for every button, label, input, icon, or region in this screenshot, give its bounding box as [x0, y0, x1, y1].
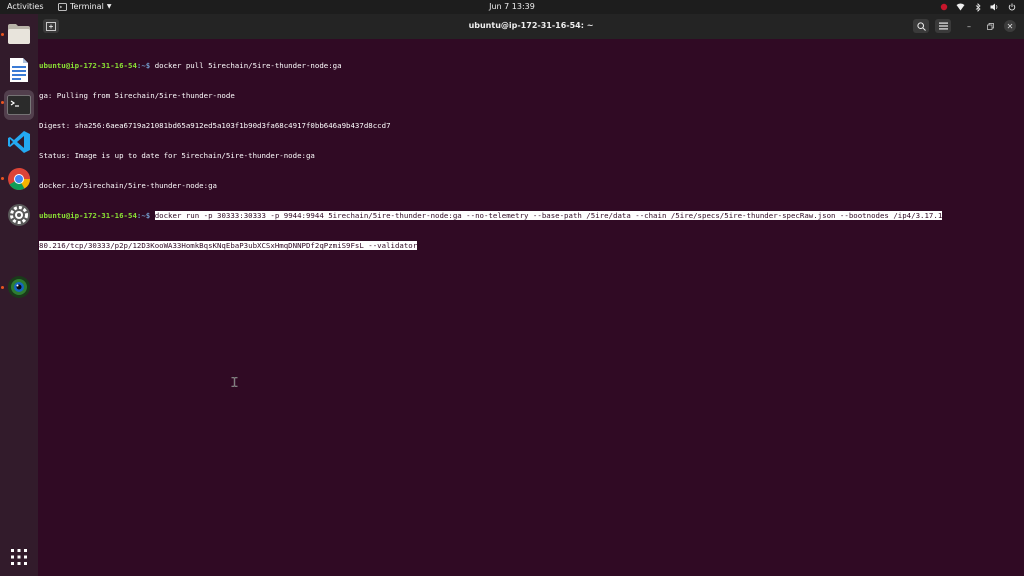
text-cursor-icon	[231, 377, 238, 387]
terminal-window: ubuntu@ip-172-31-16-54: ~ – ✕ ubuntu@ip-…	[38, 14, 1024, 576]
terminal-output[interactable]: ubuntu@ip-172-31-16-54:~$ docker pull 5i…	[38, 39, 1024, 576]
camera-app-icon[interactable]	[4, 272, 34, 302]
terminal-line: docker.io/5irechain/5ire-thunder-node:ga	[39, 181, 217, 190]
title-bar[interactable]: ubuntu@ip-172-31-16-54: ~ – ✕	[38, 14, 1024, 39]
settings-icon[interactable]	[4, 200, 34, 230]
vscode-icon[interactable]	[4, 127, 34, 157]
terminal-line: ubuntu@ip-172-31-16-54:~$ docker pull 5i…	[39, 61, 1024, 71]
search-icon	[916, 21, 926, 31]
prompt-path: :~$	[136, 211, 151, 220]
grid-icon	[11, 549, 27, 565]
selected-command-text: docker run -p 30333:30333 -p 9944:9944 5…	[154, 211, 943, 220]
close-button[interactable]: ✕	[1004, 20, 1016, 32]
close-icon: ✕	[1006, 21, 1014, 31]
bluetooth-icon	[973, 2, 982, 12]
minimize-icon: –	[967, 21, 971, 31]
record-indicator-icon[interactable]	[939, 3, 948, 12]
hamburger-icon	[938, 22, 948, 30]
window-title: ubuntu@ip-172-31-16-54: ~	[468, 21, 594, 30]
show-applications-button[interactable]	[4, 542, 34, 572]
prompt-user: ubuntu@ip-172-31-16-54	[39, 61, 137, 70]
wifi-icon	[956, 3, 965, 12]
prompt-user: ubuntu@ip-172-31-16-54	[39, 211, 137, 220]
dock	[0, 14, 38, 576]
top-bar: Activities Terminal ▼ Jun 7 13:39	[0, 0, 1024, 14]
text-editor-icon[interactable]	[4, 55, 34, 85]
power-icon	[1007, 3, 1016, 12]
clock[interactable]: Jun 7 13:39	[0, 2, 1024, 11]
restore-icon	[986, 22, 994, 30]
prompt-path: :~$	[136, 61, 151, 70]
search-button[interactable]	[913, 19, 929, 33]
terminal-line: Status: Image is up to date for 5irechai…	[39, 151, 315, 160]
system-tray[interactable]	[939, 1, 1016, 13]
terminal-line: 80.216/tcp/30333/p2p/12D3KooWA33HomkBqsK…	[39, 241, 1024, 251]
chrome-icon[interactable]	[4, 164, 34, 194]
maximize-button[interactable]	[984, 20, 996, 32]
terminal-app-icon[interactable]	[4, 90, 34, 120]
minimize-button[interactable]: –	[963, 20, 975, 32]
terminal-line: ubuntu@ip-172-31-16-54:~$ docker run -p …	[39, 211, 1024, 221]
terminal-line: Digest: sha256:6aea6719a21081bd65a912ed5…	[39, 121, 391, 130]
selected-command-text: 80.216/tcp/30333/p2p/12D3KooWA33HomkBqsK…	[39, 241, 418, 250]
volume-icon	[990, 3, 999, 12]
files-app-icon[interactable]	[4, 19, 34, 49]
terminal-line: ga: Pulling from 5irechain/5ire-thunder-…	[39, 91, 235, 100]
menu-button[interactable]	[935, 19, 951, 33]
command-text: docker pull 5irechain/5ire-thunder-node:…	[150, 61, 342, 70]
